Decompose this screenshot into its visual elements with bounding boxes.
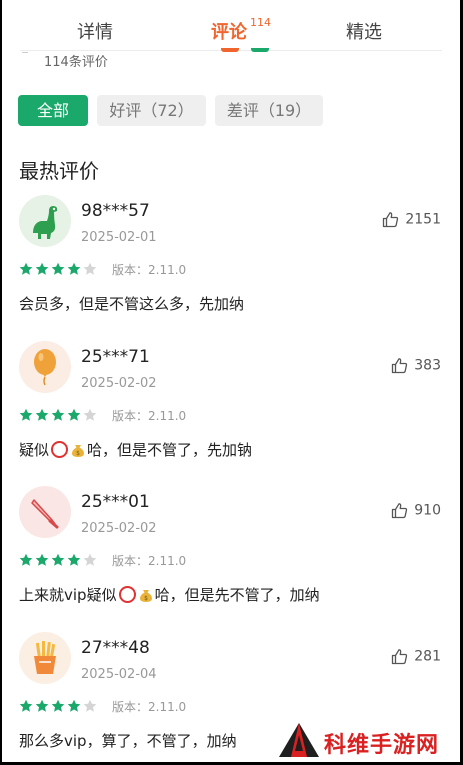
thumbs-up-icon — [392, 358, 408, 374]
like-count: 281 — [414, 648, 441, 665]
star-filled-icon — [19, 408, 33, 421]
filter-all-button[interactable]: 全部 — [18, 95, 88, 126]
review-version: 版本：2.11.0 — [112, 700, 187, 714]
review-content: 会员多，但是不管这么多，先加纳 — [19, 295, 245, 313]
star-rating — [19, 262, 99, 276]
star-empty-icon — [83, 699, 97, 712]
red-circle-icon — [51, 441, 69, 458]
star-filled-icon — [51, 553, 65, 566]
star-filled-icon — [19, 699, 33, 712]
review-date: 2025-02-02 — [81, 376, 157, 391]
fries-icon — [34, 641, 56, 674]
star-filled-icon — [35, 553, 49, 566]
money-bag-icon: $ — [139, 590, 152, 602]
balloon-icon — [34, 349, 56, 386]
star-empty-icon — [83, 262, 97, 275]
thumbs-up-icon — [383, 212, 399, 228]
review-content-part: 哈，但是先不管了，加纳 — [154, 586, 320, 604]
tab-comments[interactable]: 评论 114 — [211, 16, 271, 44]
star-rating — [19, 699, 99, 713]
star-filled-icon — [35, 262, 49, 275]
avatar[interactable] — [19, 486, 71, 538]
svg-text:$: $ — [144, 595, 148, 602]
like-count: 2151 — [405, 211, 441, 228]
filter-negative-button[interactable]: 差评（19） — [215, 95, 323, 126]
review-version: 版本：2.11.0 — [112, 263, 187, 277]
tab-indicator-secondary — [251, 48, 269, 52]
like-button[interactable]: 2151 — [382, 211, 441, 228]
active-tab-indicator — [221, 48, 239, 52]
review-content-part: 上来就vip疑似 — [19, 586, 117, 604]
dinosaur-icon — [33, 206, 58, 239]
avatar[interactable] — [19, 341, 71, 393]
review-username: 25***01 — [81, 492, 150, 512]
star-filled-icon — [67, 262, 81, 275]
review-username: 98***57 — [81, 201, 150, 221]
tab-details[interactable]: 详情 — [77, 18, 113, 44]
star-empty-icon — [83, 408, 97, 421]
star-empty-icon — [83, 553, 97, 566]
star-filled-icon — [51, 699, 65, 712]
like-button[interactable]: 383 — [391, 357, 441, 374]
star-filled-icon — [67, 699, 81, 712]
watermark-logo-icon — [279, 723, 319, 757]
review-username: 27***48 — [81, 638, 150, 658]
tab-comments-count: 114 — [250, 16, 271, 29]
review-date: 2025-02-04 — [81, 667, 157, 682]
section-title: 最热评价 — [19, 159, 99, 183]
watermark: 科维手游网 — [262, 717, 462, 765]
review-date: 2025-02-01 — [81, 230, 157, 245]
divider-tick — [22, 52, 28, 53]
star-rating — [19, 408, 99, 422]
review-date: 2025-02-02 — [81, 521, 157, 536]
like-count: 910 — [414, 502, 441, 519]
review-content-part: 疑似 — [19, 441, 50, 459]
review-content-part: 哈，但是不管了，先加钠 — [87, 441, 253, 459]
tab-featured[interactable]: 精选 — [346, 18, 382, 44]
star-rating — [19, 553, 99, 567]
review-version: 版本：2.11.0 — [112, 554, 187, 568]
star-filled-icon — [35, 699, 49, 712]
frame-border-left — [0, 0, 2, 765]
star-filled-icon — [35, 408, 49, 421]
avatar[interactable] — [19, 632, 71, 684]
thumbs-up-icon — [392, 649, 408, 665]
money-bag-icon: $ — [72, 445, 85, 457]
star-filled-icon — [67, 408, 81, 421]
review-total-count: 114条评价 — [44, 55, 108, 70]
svg-text:$: $ — [76, 450, 80, 457]
star-filled-icon — [19, 553, 33, 566]
red-circle-icon — [118, 586, 136, 603]
star-filled-icon — [51, 408, 65, 421]
review-username: 25***71 — [81, 347, 150, 367]
watermark-text: 科维手游网 — [324, 733, 440, 758]
review-content: 上来就vip疑似 $ 哈，但是先不管了，加纳 — [19, 584, 320, 605]
like-button[interactable]: 281 — [391, 648, 441, 665]
like-button[interactable]: 910 — [391, 502, 441, 519]
review-version: 版本：2.11.0 — [112, 409, 187, 423]
avatar[interactable] — [19, 195, 71, 247]
knife-icon — [31, 499, 59, 529]
filter-positive-button[interactable]: 好评（72） — [97, 95, 206, 126]
tab-bar: 详情 评论 114 精选 — [0, 0, 463, 53]
review-content: 那么多vip，算了，不管了，加纳 — [19, 732, 237, 750]
star-filled-icon — [19, 262, 33, 275]
review-content: 疑似 $ 哈，但是不管了，先加钠 — [19, 439, 252, 460]
like-count: 383 — [414, 357, 441, 374]
tab-comments-label: 评论 — [211, 22, 247, 43]
thumbs-up-icon — [392, 503, 408, 519]
star-filled-icon — [51, 262, 65, 275]
star-filled-icon — [67, 553, 81, 566]
